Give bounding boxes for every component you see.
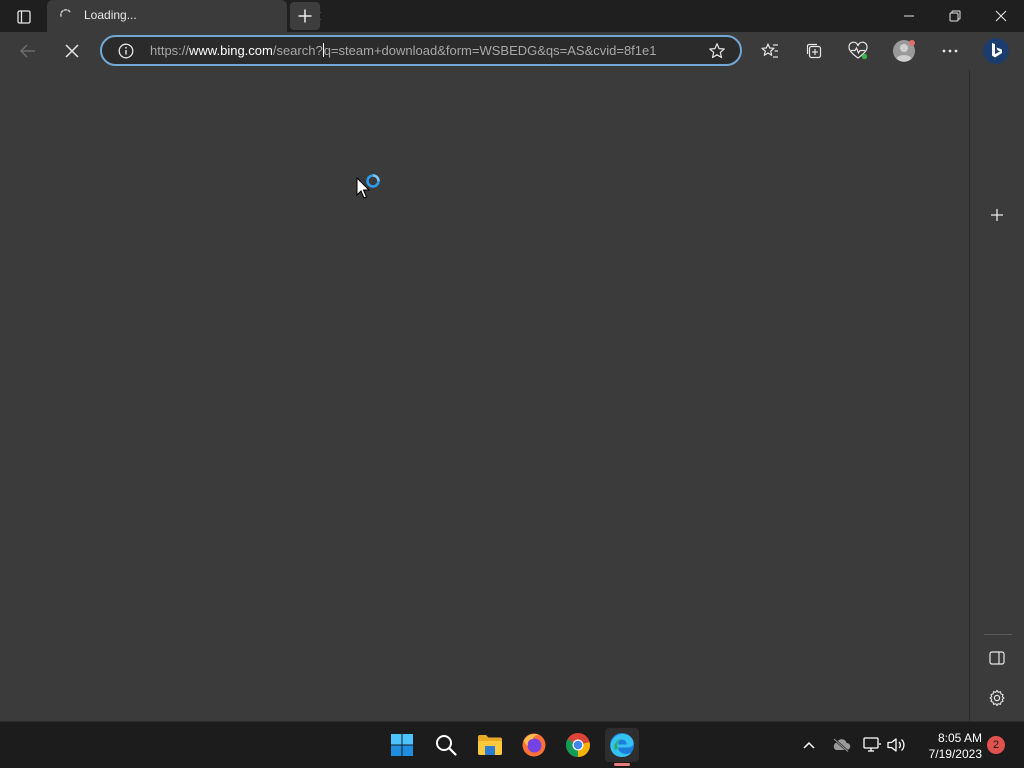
url-text[interactable]: https://www.bing.com/search?q=steam+down… — [150, 43, 656, 58]
collections-button[interactable] — [799, 36, 829, 66]
close-window-button[interactable] — [978, 0, 1024, 32]
restore-button[interactable] — [932, 0, 978, 32]
edge-icon — [610, 733, 634, 757]
tab-actions-button[interactable] — [10, 6, 38, 28]
sidebar-divider — [984, 634, 1012, 635]
bing-copilot-button[interactable] — [981, 36, 1011, 66]
address-bar[interactable]: https://www.bing.com/search?q=steam+down… — [100, 35, 742, 66]
notification-badge[interactable]: 2 — [987, 736, 1005, 754]
more-icon — [942, 49, 958, 53]
windows-taskbar: 8:05 AM 7/19/2023 2 — [0, 721, 1024, 768]
tab-actions-icon — [17, 10, 31, 24]
url-path: /search? — [272, 43, 323, 58]
stop-loading-button[interactable] — [57, 36, 87, 66]
chrome-icon — [566, 733, 590, 757]
sidebar-settings-button[interactable] — [984, 685, 1010, 711]
title-bar: Loading... — [0, 0, 1024, 32]
navigation-toolbar: https://www.bing.com/search?q=steam+down… — [0, 32, 1024, 70]
browser-essentials-icon — [848, 41, 868, 60]
plus-icon — [298, 9, 312, 23]
start-icon — [391, 734, 413, 756]
favorites-icon — [761, 43, 778, 58]
chrome-button[interactable] — [561, 728, 595, 762]
add-favorite-icon[interactable] — [708, 42, 726, 60]
taskbar-clock[interactable]: 8:05 AM 7/19/2023 — [916, 730, 982, 762]
firefox-button[interactable] — [517, 728, 551, 762]
restore-icon — [949, 10, 961, 22]
bing-copilot-icon — [983, 38, 1009, 64]
onedrive-offline-icon — [833, 738, 851, 752]
hide-sidebar-button[interactable] — [984, 645, 1010, 671]
search-icon — [436, 735, 457, 756]
onedrive-button[interactable] — [830, 734, 852, 756]
url-prefix: https:// — [150, 43, 190, 58]
file-explorer-icon — [478, 735, 502, 755]
browser-essentials-button[interactable] — [843, 36, 873, 66]
tab-title: Loading... — [84, 8, 137, 22]
volume-button[interactable] — [885, 734, 907, 756]
profile-icon — [893, 40, 915, 62]
settings-and-more-button[interactable] — [935, 36, 965, 66]
tab-active[interactable]: Loading... — [47, 0, 321, 32]
new-tab-button[interactable] — [290, 2, 320, 30]
clock-date: 7/19/2023 — [928, 747, 982, 761]
network-icon — [863, 737, 881, 752]
show-hidden-icons-button[interactable] — [798, 734, 820, 756]
close-icon — [995, 10, 1007, 22]
add-sidebar-app-button[interactable] — [984, 202, 1010, 228]
edge-sidebar — [969, 70, 1024, 721]
add-icon — [991, 209, 1003, 221]
volume-icon — [887, 738, 905, 752]
network-button[interactable] — [861, 734, 883, 756]
hide-sidebar-icon — [989, 651, 1005, 665]
firefox-icon — [522, 733, 546, 757]
info-icon[interactable] — [118, 43, 134, 59]
file-explorer-button[interactable] — [473, 728, 507, 762]
back-icon — [20, 44, 35, 58]
edge-button[interactable] — [605, 728, 639, 762]
taskbar-search-button[interactable] — [429, 728, 463, 762]
minimize-button[interactable] — [886, 0, 932, 32]
collections-icon — [806, 43, 822, 59]
url-host: www.bing.com — [189, 43, 273, 58]
url-query: q=steam+download&form=WSBEDG&qs=AS&cvid=… — [323, 43, 657, 58]
stop-icon — [65, 44, 79, 58]
mouse-pointer-icon — [356, 177, 371, 199]
loading-spinner-icon — [60, 9, 71, 17]
browser-window: Loading... https://www.bing.com/search?q… — [0, 0, 1024, 768]
start-button[interactable] — [385, 728, 419, 762]
profile-button[interactable] — [889, 36, 919, 66]
back-button[interactable] — [13, 36, 43, 66]
minimize-icon — [904, 15, 914, 17]
clock-time: 8:05 AM — [937, 731, 982, 745]
active-app-indicator — [614, 763, 630, 766]
chevron-up-icon — [803, 741, 815, 749]
favorites-button[interactable] — [755, 36, 785, 66]
page-content[interactable] — [0, 70, 969, 721]
settings-icon — [989, 689, 1005, 707]
